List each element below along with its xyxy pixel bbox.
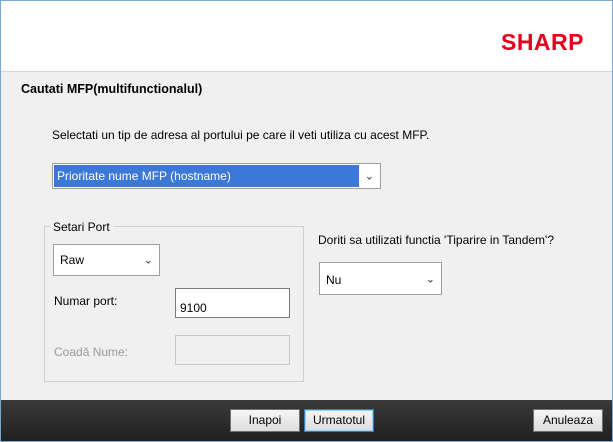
chevron-down-icon: ⌄ (425, 272, 435, 285)
header-banner: SHARP (1, 1, 612, 72)
tandem-select[interactable]: Nu ⌄ (319, 262, 442, 295)
page-title: Cautati MFP(multifunctionalul) (21, 82, 203, 96)
chevron-down-icon: ⌄ (364, 169, 374, 183)
cancel-button[interactable]: Anuleaza (533, 409, 603, 432)
tandem-selected-value: Nu (326, 273, 342, 287)
instruction-text: Selectati un tip de adresa al portului p… (52, 128, 430, 142)
chevron-down-icon: ⌄ (143, 253, 153, 267)
address-type-select[interactable]: Prioritate nume MFP (hostname) ⌄ (52, 163, 381, 189)
tandem-question: Doriti sa utilizati functia 'Tiparire in… (318, 233, 555, 247)
port-settings-title: Setari Port (50, 220, 113, 234)
port-number-label: Numar port: (54, 294, 118, 308)
back-button[interactable]: Inapoi (230, 409, 300, 432)
next-button[interactable]: Urmatotul (304, 409, 374, 432)
queue-name-label: Coadă Nume: (54, 345, 129, 359)
queue-name-input (175, 335, 290, 365)
address-type-selected-value: Prioritate nume MFP (hostname) (54, 165, 359, 187)
protocol-selected-value: Raw (60, 253, 85, 267)
sharp-logo: SHARP (500, 29, 584, 55)
protocol-select[interactable]: Raw ⌄ (53, 244, 160, 276)
port-number-input[interactable] (175, 288, 290, 318)
